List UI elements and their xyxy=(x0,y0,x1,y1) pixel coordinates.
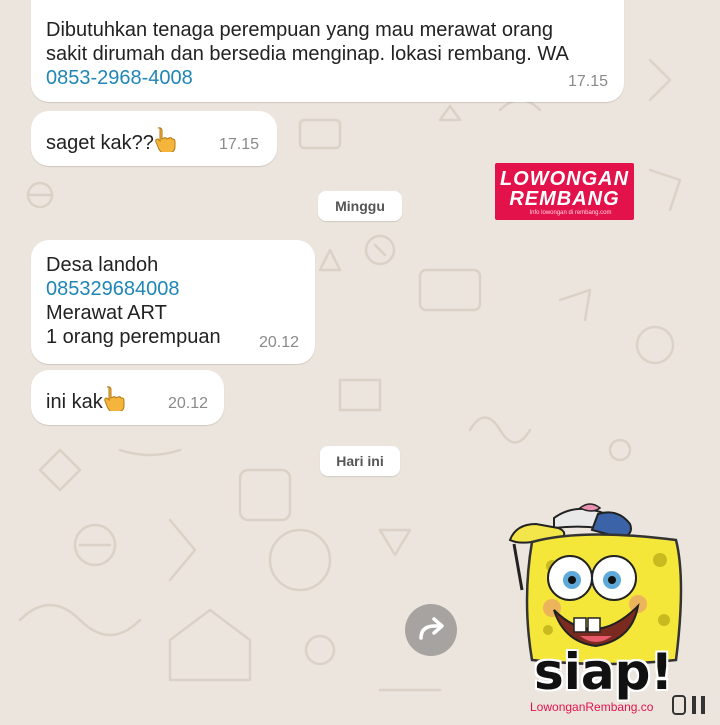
phone-link[interactable]: 0853-2968-4008 xyxy=(46,66,624,90)
logo-tagline: Info lowongan di rembang.com xyxy=(529,210,612,216)
pause-icon[interactable] xyxy=(672,694,708,716)
message-text: ini kak xyxy=(46,391,103,413)
brand-logo: LOWONGAN REMBANG Info lowongan di remban… xyxy=(495,163,634,220)
message-text: Dibutuhkan tenaga perempuan yang mau mer… xyxy=(46,19,553,41)
message-bubble[interactable]: saget kak?? 17.15 xyxy=(31,111,277,166)
message-time: 17.15 xyxy=(218,136,259,153)
message-text: Desa landoh xyxy=(46,254,159,276)
date-separator: Minggu xyxy=(318,191,402,221)
message-text: saget kak?? xyxy=(46,132,154,154)
pointing-hand-icon xyxy=(103,385,125,417)
message-bubble[interactable]: Desa landoh 085329684008 Merawat ART 1 o… xyxy=(31,240,315,364)
message-text: sakit dirumah dan bersedia menginap. lok… xyxy=(46,43,569,65)
message-time: 20.12 xyxy=(258,334,299,351)
sticker-caption: siap! xyxy=(534,643,674,701)
message-time: 20.12 xyxy=(167,395,208,412)
message-bubble[interactable]: ini kak 20.12 xyxy=(31,370,224,425)
message-bubble[interactable]: Dibutuhkan tenaga perempuan yang mau mer… xyxy=(31,0,624,102)
forward-button[interactable] xyxy=(405,604,457,656)
date-separator: Hari ini xyxy=(320,446,400,476)
phone-link[interactable]: 085329684008 xyxy=(46,277,315,301)
sticker-watermark: LowonganRembang.co xyxy=(530,700,654,714)
message-time: 17.15 xyxy=(567,73,608,90)
message-text: Merawat ART xyxy=(46,302,167,324)
forward-arrow-icon xyxy=(419,617,444,640)
logo-text: REMBANG xyxy=(509,188,620,210)
pointing-hand-icon xyxy=(154,126,176,158)
